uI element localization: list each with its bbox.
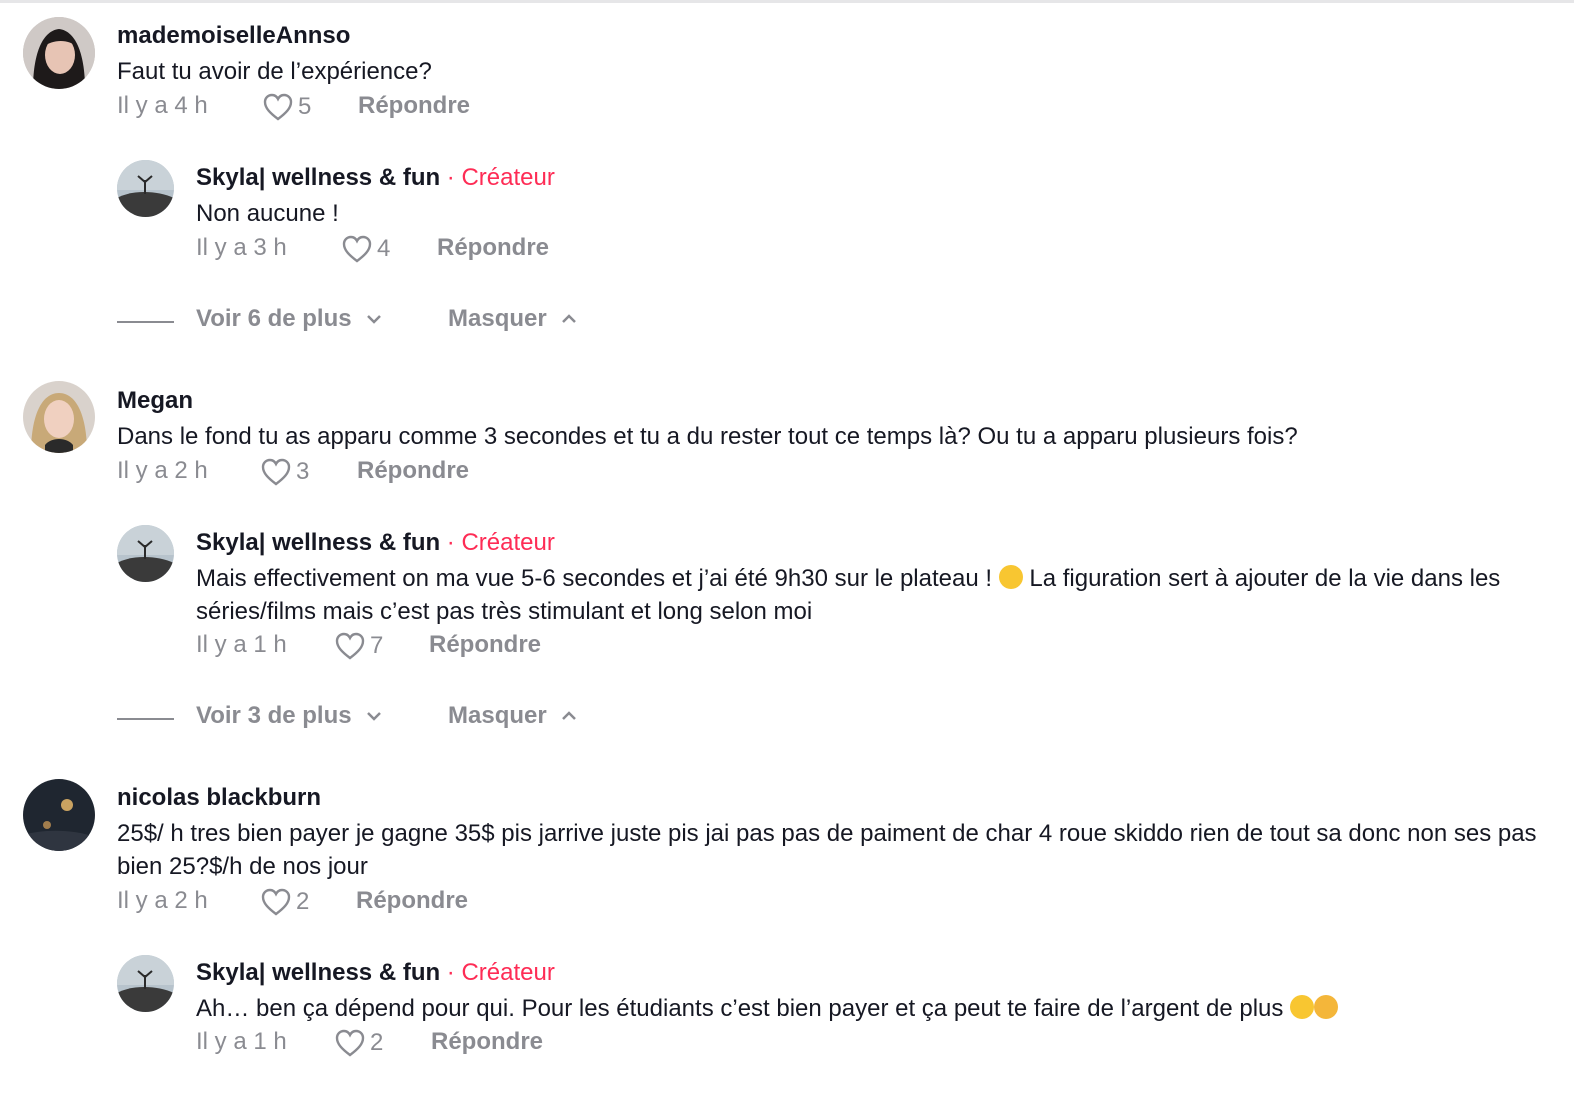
like-count: 2	[370, 1029, 384, 1056]
avatar-image	[23, 779, 95, 851]
reply-button[interactable]: Répondre	[356, 887, 468, 915]
replies-controls: Voir 3 de plus Masquer	[117, 702, 617, 736]
divider-line	[117, 321, 174, 323]
reply-username[interactable]: Skyla| wellness & fun · Créateur	[196, 959, 555, 987]
view-more-button[interactable]: Voir 6 de plus	[196, 305, 384, 333]
view-more-label: Voir 6 de plus	[196, 305, 352, 332]
top-divider	[0, 0, 1574, 3]
comment-text: Faut tu avoir de l’expérience?	[117, 58, 432, 85]
heart-icon	[261, 888, 291, 916]
slight-smile-emoji-icon	[1290, 995, 1315, 1019]
like-button[interactable]: 5	[262, 92, 311, 122]
chevron-up-icon	[561, 314, 576, 323]
like-count: 3	[296, 458, 310, 485]
reply-username-text[interactable]: Skyla| wellness & fun	[196, 959, 440, 986]
avatar-image	[23, 381, 95, 453]
reply-text: Non aucune !	[196, 200, 339, 227]
heart-icon	[342, 235, 372, 263]
avatar[interactable]	[117, 525, 174, 582]
comment-meta: Il y a 4 h 5 Répondre	[117, 92, 517, 126]
reply-text-part: Ah… ben ça dépend pour qui. Pour les étu…	[196, 995, 1291, 1022]
view-more-button[interactable]: Voir 3 de plus	[196, 702, 384, 730]
chevron-up-icon	[561, 711, 576, 720]
like-button[interactable]: 7	[334, 631, 383, 661]
like-button[interactable]: 3	[260, 457, 309, 487]
like-count: 7	[370, 632, 384, 659]
reply-username-text[interactable]: Skyla| wellness & fun	[196, 164, 440, 191]
reply-time: Il y a 1 h	[196, 1028, 287, 1055]
reply-button[interactable]: Répondre	[358, 92, 470, 120]
avatar[interactable]	[23, 779, 95, 851]
comment-meta: Il y a 2 h 3 Répondre	[117, 457, 517, 491]
slight-smile-emoji-icon	[998, 565, 1023, 589]
reply-text-part: Mais effectivement on ma vue 5-6 seconde…	[196, 565, 999, 592]
heart-icon	[263, 93, 293, 121]
reply-meta: Il y a 3 h 4 Répondre	[196, 234, 596, 268]
reply-time: Il y a 1 h	[196, 631, 287, 658]
view-more-label: Voir 3 de plus	[196, 702, 352, 729]
comment-username[interactable]: Megan	[117, 387, 193, 415]
like-count: 2	[296, 888, 310, 915]
reply-button[interactable]: Répondre	[431, 1028, 543, 1056]
reply-button[interactable]: Répondre	[437, 234, 549, 262]
hide-label: Masquer	[448, 702, 547, 729]
hide-button[interactable]: Masquer	[448, 305, 579, 333]
reply-username[interactable]: Skyla| wellness & fun · Créateur	[196, 529, 555, 557]
reply-username-text[interactable]: Skyla| wellness & fun	[196, 529, 440, 556]
hide-button[interactable]: Masquer	[448, 702, 579, 730]
reply-button[interactable]: Répondre	[357, 457, 469, 485]
reply-username[interactable]: Skyla| wellness & fun · Créateur	[196, 164, 555, 192]
heart-icon	[335, 1029, 365, 1057]
comment-time: Il y a 2 h	[117, 457, 208, 484]
comment-text: 25$/ h tres bien payer je gagne 35$ pis …	[117, 820, 1537, 880]
comment-time: Il y a 2 h	[117, 887, 208, 914]
creator-badge: · Créateur	[440, 529, 555, 556]
like-button[interactable]: 4	[341, 234, 390, 264]
heart-icon	[335, 632, 365, 660]
creator-badge: · Créateur	[440, 164, 555, 191]
hide-label: Masquer	[448, 305, 547, 332]
reply-text: Mais effectivement on ma vue 5-6 seconde…	[196, 562, 1541, 628]
avatar-image	[23, 17, 95, 89]
like-button[interactable]: 2	[260, 887, 309, 917]
reply-meta: Il y a 1 h 2 Répondre	[196, 1028, 596, 1062]
replies-controls: Voir 6 de plus Masquer	[117, 305, 617, 339]
like-count: 5	[298, 93, 312, 120]
reply-time: Il y a 3 h	[196, 234, 287, 261]
avatar[interactable]	[117, 955, 174, 1012]
avatar-image	[117, 955, 174, 1012]
avatar[interactable]	[23, 381, 95, 453]
comment-username[interactable]: nicolas blackburn	[117, 784, 321, 812]
comment-text: Dans le fond tu as apparu comme 3 second…	[117, 423, 1298, 450]
reply-button[interactable]: Répondre	[429, 631, 541, 659]
avatar[interactable]	[23, 17, 95, 89]
reply-text: Ah… ben ça dépend pour qui. Pour les étu…	[196, 992, 1541, 1025]
divider-line	[117, 718, 174, 720]
avatar[interactable]	[117, 160, 174, 217]
hugging-face-emoji-icon	[1314, 995, 1339, 1019]
chevron-down-icon	[366, 712, 381, 721]
like-button[interactable]: 2	[334, 1028, 383, 1058]
reply-meta: Il y a 1 h 7 Répondre	[196, 631, 596, 665]
comment-username[interactable]: mademoiselleAnnso	[117, 22, 350, 50]
creator-badge: · Créateur	[440, 959, 555, 986]
chevron-down-icon	[366, 315, 381, 324]
comment-time: Il y a 4 h	[117, 92, 208, 119]
avatar-image	[117, 525, 174, 582]
comment-meta: Il y a 2 h 2 Répondre	[117, 887, 517, 921]
avatar-image	[117, 160, 174, 217]
like-count: 4	[377, 235, 391, 262]
heart-icon	[261, 458, 291, 486]
